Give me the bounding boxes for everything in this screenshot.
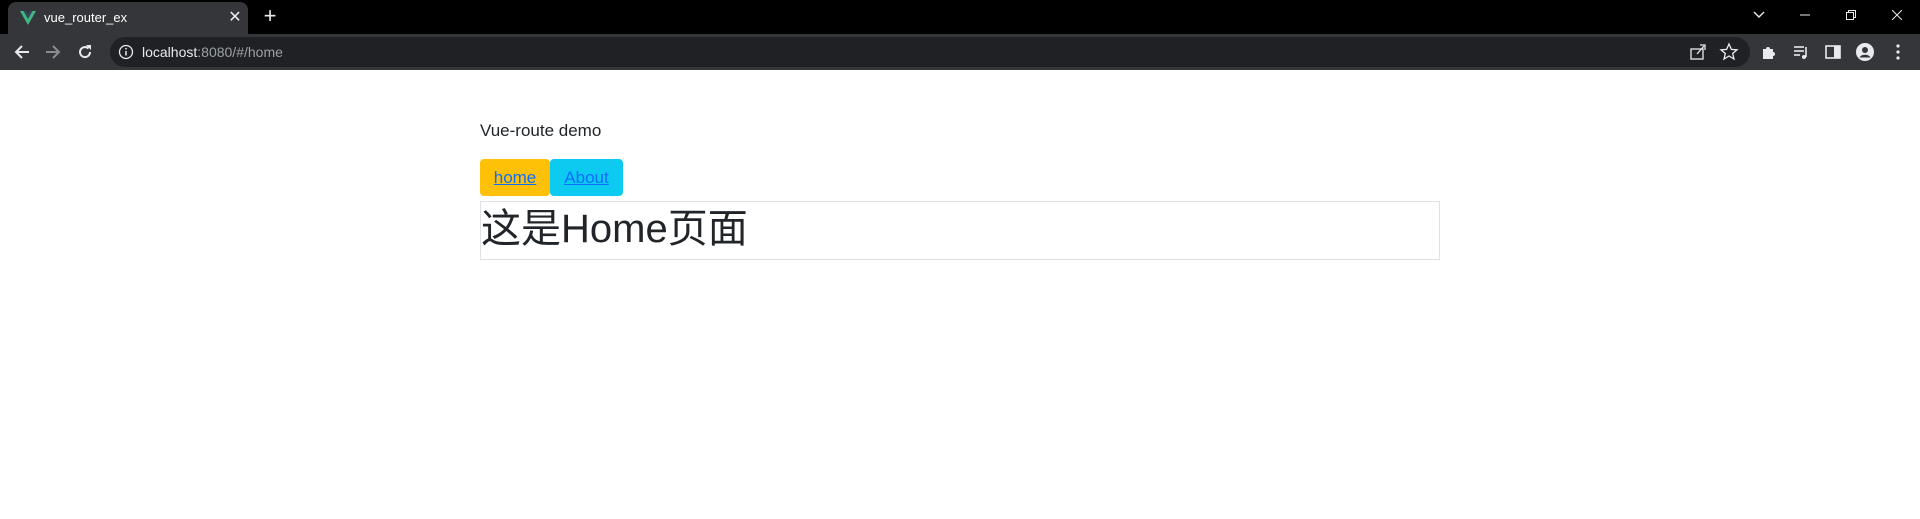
- tab-title: vue_router_ex: [44, 10, 128, 25]
- close-window-icon[interactable]: [1874, 0, 1920, 30]
- url-host: localhost: [142, 44, 198, 60]
- minimize-icon[interactable]: [1782, 0, 1828, 30]
- site-info-icon[interactable]: [118, 44, 134, 60]
- bookmark-star-icon[interactable]: [1719, 42, 1739, 62]
- browser-tab[interactable]: vue_router_ex ✕: [8, 2, 248, 34]
- browser-toolbar: localhost:8080/#/home: [0, 34, 1920, 70]
- browser-chrome: vue_router_ex ✕ + localhost:8080/#/home: [0, 0, 1920, 70]
- address-bar[interactable]: localhost:8080/#/home: [110, 37, 1750, 67]
- media-queue-icon[interactable]: [1791, 42, 1811, 62]
- reload-icon[interactable]: [73, 40, 97, 64]
- new-tab-icon[interactable]: +: [258, 5, 282, 29]
- url-path: :8080/#/home: [197, 44, 283, 60]
- tab-search-icon[interactable]: [1736, 0, 1782, 30]
- router-view: 这是Home页面: [480, 201, 1440, 260]
- page-content: Vue-route demo home About 这是Home页面: [0, 70, 1920, 519]
- back-icon[interactable]: [10, 40, 34, 64]
- extensions-icon[interactable]: [1759, 42, 1779, 62]
- home-page-heading: 这是Home页面: [481, 207, 748, 251]
- tab-strip: vue_router_ex ✕ +: [0, 0, 1920, 34]
- side-panel-icon[interactable]: [1823, 42, 1843, 62]
- nav-about-link[interactable]: About: [550, 159, 623, 196]
- url-text[interactable]: localhost:8080/#/home: [142, 44, 283, 60]
- demo-title: Vue-route demo: [480, 121, 602, 140]
- profile-avatar-icon[interactable]: [1855, 42, 1875, 62]
- nav-home-link[interactable]: home: [480, 159, 550, 196]
- more-menu-icon[interactable]: [1888, 42, 1908, 62]
- tab-close-icon[interactable]: ✕: [226, 9, 244, 27]
- forward-icon[interactable]: [41, 40, 65, 64]
- share-icon[interactable]: [1688, 42, 1708, 62]
- vue-logo-icon: [20, 11, 36, 25]
- restore-icon[interactable]: [1828, 0, 1874, 30]
